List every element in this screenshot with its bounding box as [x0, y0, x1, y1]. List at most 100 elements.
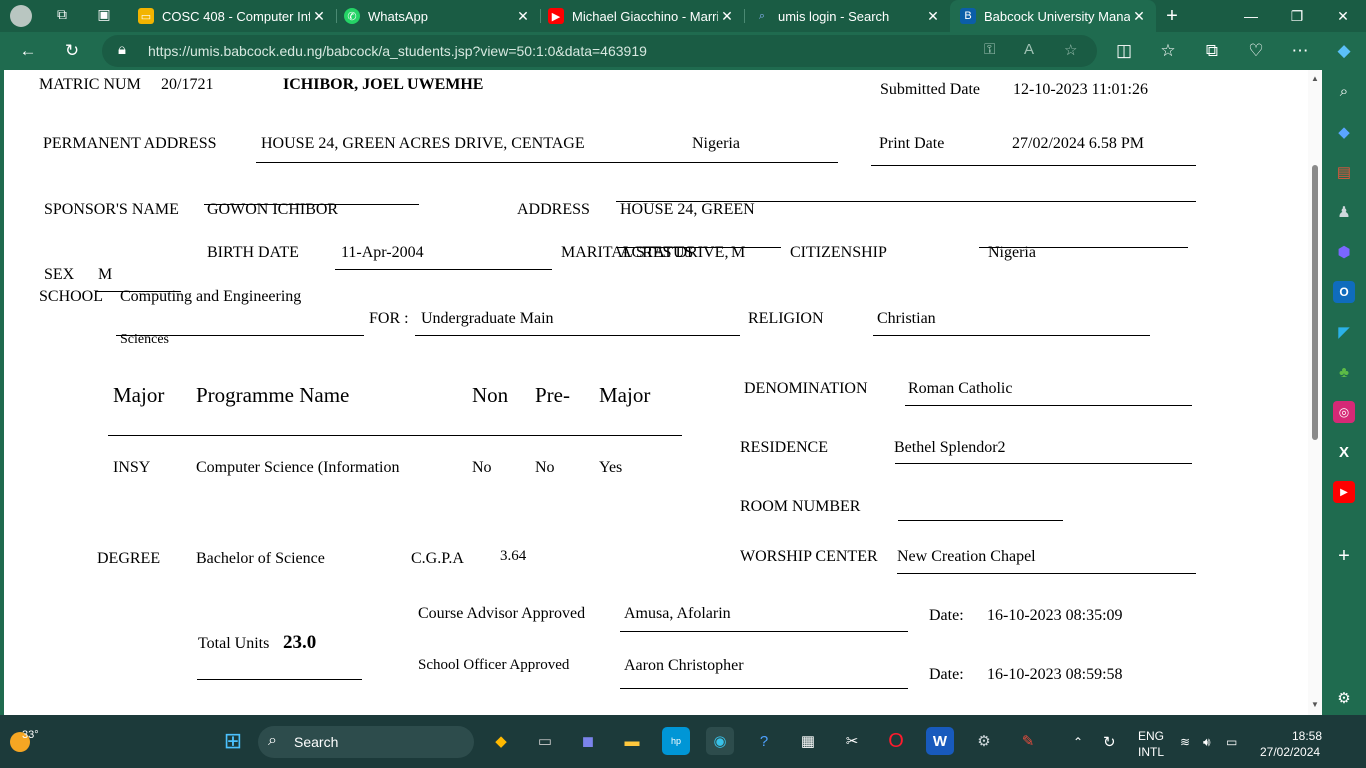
more-menu-icon[interactable]: ⋯	[1284, 35, 1316, 67]
clock-time[interactable]: 18:58	[1292, 729, 1322, 743]
page-scrollbar[interactable]: ▲ ▼	[1308, 70, 1322, 715]
tab-youtube[interactable]: ▶ Michael Giacchino - Marrie ✕	[538, 0, 744, 32]
favorites-icon[interactable]: ☆	[1152, 35, 1184, 67]
close-icon[interactable]: ✕	[514, 8, 532, 25]
close-icon[interactable]: ✕	[718, 8, 736, 25]
denomination-value: Roman Catholic	[908, 380, 1013, 397]
myhp-icon[interactable]: hp	[662, 727, 690, 755]
close-icon[interactable]: ✕	[924, 8, 942, 25]
wifi-icon[interactable]: ≋	[1180, 735, 1190, 749]
address-bar[interactable]: 🔒︎ https://umis.babcock.edu.ng/babcock/a…	[102, 35, 1097, 67]
copilot-icon[interactable]: ◆	[1328, 35, 1360, 67]
get-help-icon[interactable]: ?	[750, 727, 778, 755]
sidebar-tools-icon[interactable]: ▤	[1333, 161, 1355, 183]
babcock-icon: B	[960, 8, 976, 24]
tab-babcock[interactable]: B Babcock University Manag ✕	[950, 0, 1156, 32]
performance-icon[interactable]: ♡	[1240, 35, 1272, 67]
window-close-icon[interactable]: ✕	[1320, 0, 1366, 32]
religion-value: Christian	[877, 310, 936, 327]
close-icon[interactable]: ✕	[310, 8, 328, 25]
divider	[905, 405, 1192, 406]
room-number-label: ROOM NUMBER	[740, 498, 861, 515]
opera-icon[interactable]: O	[882, 727, 910, 755]
lang-line1[interactable]: ENG	[1138, 729, 1164, 743]
sex-label: SEX	[44, 266, 75, 283]
workspaces-icon[interactable]: ⧉	[52, 6, 72, 26]
school-value-line1: Computing and Engineering	[120, 288, 302, 305]
favorite-star-icon[interactable]: ☆	[1064, 41, 1077, 59]
url-text[interactable]: https://umis.babcock.edu.ng/babcock/a_st…	[148, 43, 647, 59]
word-icon[interactable]: W	[926, 727, 954, 755]
minimize-icon[interactable]: —	[1228, 0, 1274, 32]
worship-center-value: New Creation Chapel	[897, 548, 1036, 565]
table-header-programme-name: Programme Name	[196, 383, 350, 407]
clock-date[interactable]: 27/02/2024	[1260, 745, 1320, 759]
battery-icon[interactable]: ▭	[1226, 735, 1237, 749]
sidebar-outlook-icon[interactable]: O	[1333, 281, 1355, 303]
profile-avatar-icon[interactable]	[10, 5, 32, 27]
teams-icon[interactable]: ◼	[574, 727, 602, 755]
sidebar-games-icon[interactable]: ♟	[1333, 201, 1355, 223]
cgpa-label: C.G.P.A	[411, 550, 464, 567]
worship-center-label: WORSHIP CENTER	[740, 548, 878, 565]
split-screen-icon[interactable]: ◫	[1108, 35, 1140, 67]
taskbar: 33° ⊞ ⌕ Search ◆ ▭ ◼ ▬ hp ◉ ? ▦ ✂ O W ⚙ …	[0, 715, 1366, 768]
microsoft-store-icon[interactable]: ▦	[794, 727, 822, 755]
file-explorer-icon[interactable]: ▬	[618, 727, 646, 755]
volume-icon[interactable]: 🔊︎	[1203, 735, 1211, 750]
residence-value: Bethel Splendor2	[894, 439, 1006, 456]
sponsor-address-value: HOUSE 24, GREEN	[620, 201, 755, 218]
tab-search[interactable]: ⌕ umis login - Search ✕	[744, 0, 950, 32]
copilot-pre-icon[interactable]: ◆	[487, 727, 515, 755]
new-tab-icon[interactable]: +	[1160, 4, 1184, 28]
lang-line2[interactable]: INTL	[1138, 745, 1164, 759]
collections-icon[interactable]: ⧉	[1196, 35, 1228, 67]
scroll-up-icon[interactable]: ▲	[1311, 74, 1319, 83]
key-icon[interactable]: ⚿	[984, 41, 995, 58]
scrollbar-thumb[interactable]	[1312, 165, 1318, 440]
slides-icon: ▭	[138, 8, 154, 24]
tab-whatsapp[interactable]: ✆ WhatsApp ✕	[334, 0, 540, 32]
lock-icon[interactable]: 🔒︎	[118, 41, 126, 58]
tab-cosc408[interactable]: ▭ COSC 408 - Computer Info ✕	[128, 0, 336, 32]
refresh-icon[interactable]: ↻	[56, 35, 88, 67]
for-label: FOR :	[369, 310, 409, 327]
advisor-date-label: Date:	[929, 607, 964, 624]
total-units-value: 23.0	[283, 632, 317, 653]
matric-label: MATRIC NUM	[39, 76, 141, 93]
scroll-down-icon[interactable]: ▼	[1311, 700, 1319, 709]
divider	[895, 463, 1192, 464]
sidebar-youtube-icon[interactable]: ▶	[1333, 481, 1355, 503]
edge-icon[interactable]: ◉	[706, 727, 734, 755]
start-icon[interactable]: ⊞	[219, 727, 247, 755]
task-view-icon[interactable]: ▭	[531, 727, 559, 755]
table-cell-code: INSY	[113, 459, 151, 476]
read-aloud-icon[interactable]: A	[1024, 41, 1034, 58]
table-cell-pre: No	[535, 459, 555, 476]
back-icon[interactable]: ←	[12, 35, 44, 67]
sidebar-copilot-icon[interactable]: ⬢	[1333, 241, 1355, 263]
sidebar-settings-icon[interactable]: ⚙	[1333, 687, 1355, 709]
table-header-non: Non	[472, 383, 509, 407]
settings-gear-icon[interactable]: ⚙	[970, 727, 998, 755]
sidebar-tree-icon[interactable]: ♣	[1333, 361, 1355, 383]
snipping-tool-icon[interactable]: ✎	[1014, 727, 1042, 755]
taskbar-search-box[interactable]: ⌕ Search	[258, 726, 474, 758]
sidebar-x-icon[interactable]: X	[1333, 441, 1355, 463]
sponsor-name-value: GOWON ICHIBOR	[207, 201, 339, 218]
table-header-major-2: Major	[599, 383, 651, 407]
sidebar-instagram-icon[interactable]: ◎	[1333, 401, 1355, 423]
capcut-icon[interactable]: ✂	[838, 727, 866, 755]
close-icon[interactable]: ✕	[1130, 8, 1148, 25]
tab-actions-icon[interactable]: ▣	[94, 6, 114, 26]
sidebar-tag-icon[interactable]: ◆	[1333, 121, 1355, 143]
sync-icon[interactable]: ↻	[1103, 733, 1116, 751]
restore-icon[interactable]: ❐	[1274, 0, 1320, 32]
sidebar-add-icon[interactable]: +	[1333, 545, 1355, 567]
sidebar-search-icon[interactable]: ⌕	[1333, 80, 1355, 102]
sidebar-telegram-icon[interactable]: ◤	[1333, 321, 1355, 343]
address-toolbar: ← ↻ 🔒︎ https://umis.babcock.edu.ng/babco…	[0, 32, 1366, 70]
chevron-up-icon[interactable]: ⌃	[1073, 735, 1083, 749]
divider	[620, 631, 908, 632]
school-officer-label: School Officer Approved	[418, 657, 570, 673]
